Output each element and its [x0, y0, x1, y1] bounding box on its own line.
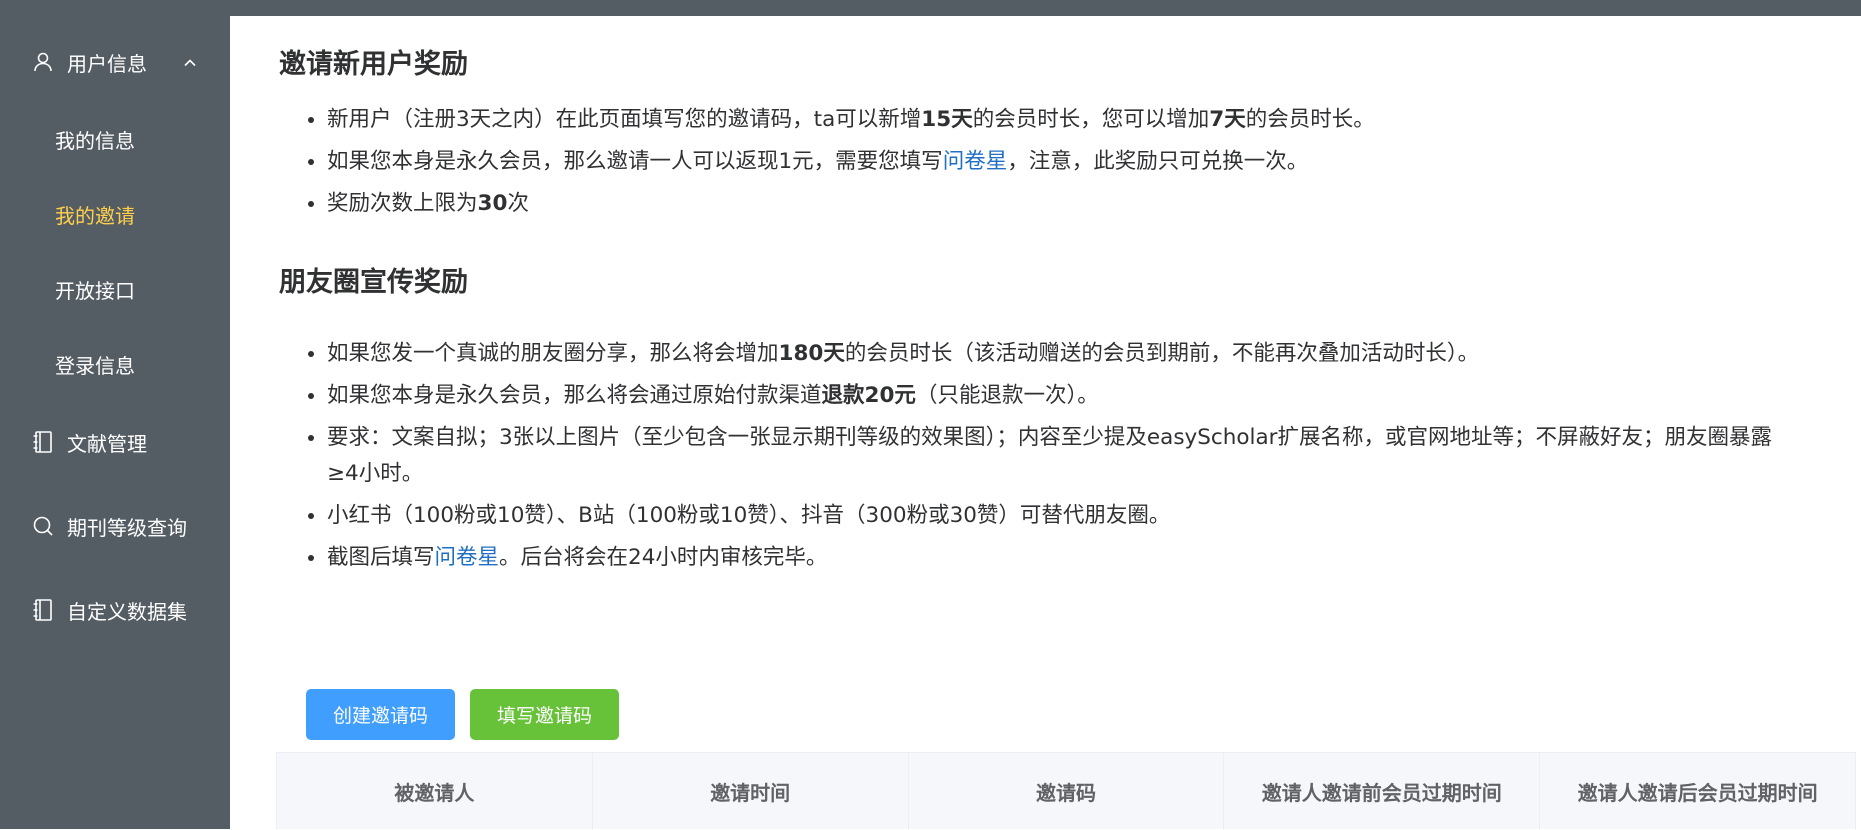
wenjuanxing-link[interactable]: 问卷星	[943, 149, 1008, 174]
sidebar-subitem-label: 我的信息	[55, 128, 135, 153]
sidebar-subitem-label: 开放接口	[55, 278, 135, 303]
column-header-invite-code: 邀请码	[909, 753, 1225, 830]
sidebar-item-journal-rank[interactable]: 期刊等级查询	[0, 498, 230, 554]
rule-bold: 退款20元	[821, 383, 916, 408]
sidebar-item-literature[interactable]: 文献管理	[0, 414, 230, 470]
create-invite-code-button[interactable]: 创建邀请码	[306, 689, 455, 740]
rule-text: 如果您本身是永久会员，那么将会通过原始付款渠道	[327, 383, 822, 408]
list-item: 新用户（注册3天之内）在此页面填写您的邀请码，ta可以新增15天的会员时长，您可…	[327, 102, 1779, 138]
sidebar-subitem-open-api[interactable]: 开放接口	[0, 261, 230, 317]
invite-table-header: 被邀请人 邀请时间 邀请码 邀请人邀请前会员过期时间 邀请人邀请后会员过期时间	[276, 752, 1856, 830]
list-item: 截图后填写问卷星。后台将会在24小时内审核完毕。	[327, 540, 1779, 576]
sidebar-subitem-my-invites[interactable]: 我的邀请	[0, 186, 230, 242]
fill-invite-code-button[interactable]: 填写邀请码	[470, 689, 619, 740]
list-item: 如果您本身是永久会员，那么将会通过原始付款渠道退款20元（只能退款一次）。	[327, 378, 1779, 414]
sidebar-item-label: 期刊等级查询	[67, 515, 187, 540]
moments-section-title: 朋友圈宣传奖励	[279, 267, 468, 298]
sidebar-subitem-label: 我的邀请	[55, 203, 135, 228]
column-header-expiry-before: 邀请人邀请前会员过期时间	[1224, 753, 1541, 830]
rule-bold: 7天	[1209, 107, 1246, 132]
rule-text: 小红书（100粉或10赞）、B站（100粉或10赞）、抖音（300粉或30赞）可…	[327, 503, 1171, 528]
invite-section-title: 邀请新用户奖励	[279, 49, 468, 80]
list-item: 奖励次数上限为30次	[327, 186, 1779, 222]
rule-text: 奖励次数上限为	[327, 191, 478, 216]
list-item: 如果您发一个真诚的朋友圈分享，那么将会增加180天的会员时长（该活动赠送的会员到…	[327, 336, 1779, 372]
rule-text: ，注意，此奖励只可兑换一次。	[1007, 149, 1309, 174]
notebook-icon	[31, 598, 55, 622]
rule-text: （只能退款一次）。	[915, 383, 1099, 408]
user-icon	[31, 50, 55, 74]
rule-bold: 180天	[778, 341, 845, 366]
list-item: 如果您本身是永久会员，那么邀请一人可以返现1元，需要您填写问卷星，注意，此奖励只…	[327, 144, 1779, 180]
sidebar-subitem-login-info[interactable]: 登录信息	[0, 336, 230, 392]
sidebar-item-custom-dataset[interactable]: 自定义数据集	[0, 582, 230, 638]
sidebar: 用户信息 我的信息 我的邀请 开放接口 登录信息 文献管理 期刊等级查询 自定义…	[0, 16, 230, 829]
rule-bold: 15天	[921, 107, 973, 132]
rule-text: 如果您本身是永久会员，那么邀请一人可以返现1元，需要您填写	[327, 149, 943, 174]
top-bar	[0, 0, 1861, 16]
sidebar-item-label: 用户信息	[67, 51, 147, 76]
sidebar-item-label: 自定义数据集	[67, 599, 187, 624]
rule-text: 截图后填写	[327, 545, 435, 570]
rule-text: 次	[507, 191, 529, 216]
invite-rules-list: 新用户（注册3天之内）在此页面填写您的邀请码，ta可以新增15天的会员时长，您可…	[279, 102, 1779, 228]
column-header-invitee: 被邀请人	[277, 753, 593, 830]
sidebar-item-user-info[interactable]: 用户信息	[0, 34, 230, 90]
rule-text: 要求：文案自拟；3张以上图片（至少包含一张显示期刊等级的效果图）；内容至少提及e…	[327, 425, 1772, 486]
list-item: 要求：文案自拟；3张以上图片（至少包含一张显示期刊等级的效果图）；内容至少提及e…	[327, 420, 1779, 492]
rule-text: 。后台将会在24小时内审核完毕。	[499, 545, 828, 570]
column-header-expiry-after: 邀请人邀请后会员过期时间	[1540, 753, 1856, 830]
list-item: 小红书（100粉或10赞）、B站（100粉或10赞）、抖音（300粉或30赞）可…	[327, 498, 1779, 534]
sidebar-subitem-my-info[interactable]: 我的信息	[0, 111, 230, 167]
column-header-invite-time: 邀请时间	[593, 753, 909, 830]
sidebar-subitem-label: 登录信息	[55, 353, 135, 378]
search-icon	[31, 514, 55, 538]
rule-bold: 30	[477, 191, 508, 216]
rule-text: 新用户（注册3天之内）在此页面填写您的邀请码，ta可以新增	[327, 107, 922, 132]
chevron-up-icon	[182, 52, 198, 76]
rule-text: 的会员时长，您可以增加	[972, 107, 1210, 132]
wenjuanxing-link[interactable]: 问卷星	[435, 545, 500, 570]
rule-text: 如果您发一个真诚的朋友圈分享，那么将会增加	[327, 341, 779, 366]
sidebar-item-label: 文献管理	[67, 431, 147, 456]
notebook-icon	[31, 430, 55, 454]
moments-rules-list: 如果您发一个真诚的朋友圈分享，那么将会增加180天的会员时长（该活动赠送的会员到…	[279, 336, 1779, 582]
rule-text: 的会员时长。	[1245, 107, 1375, 132]
rule-text: 的会员时长（该活动赠送的会员到期前，不能再次叠加活动时长）。	[844, 341, 1480, 366]
